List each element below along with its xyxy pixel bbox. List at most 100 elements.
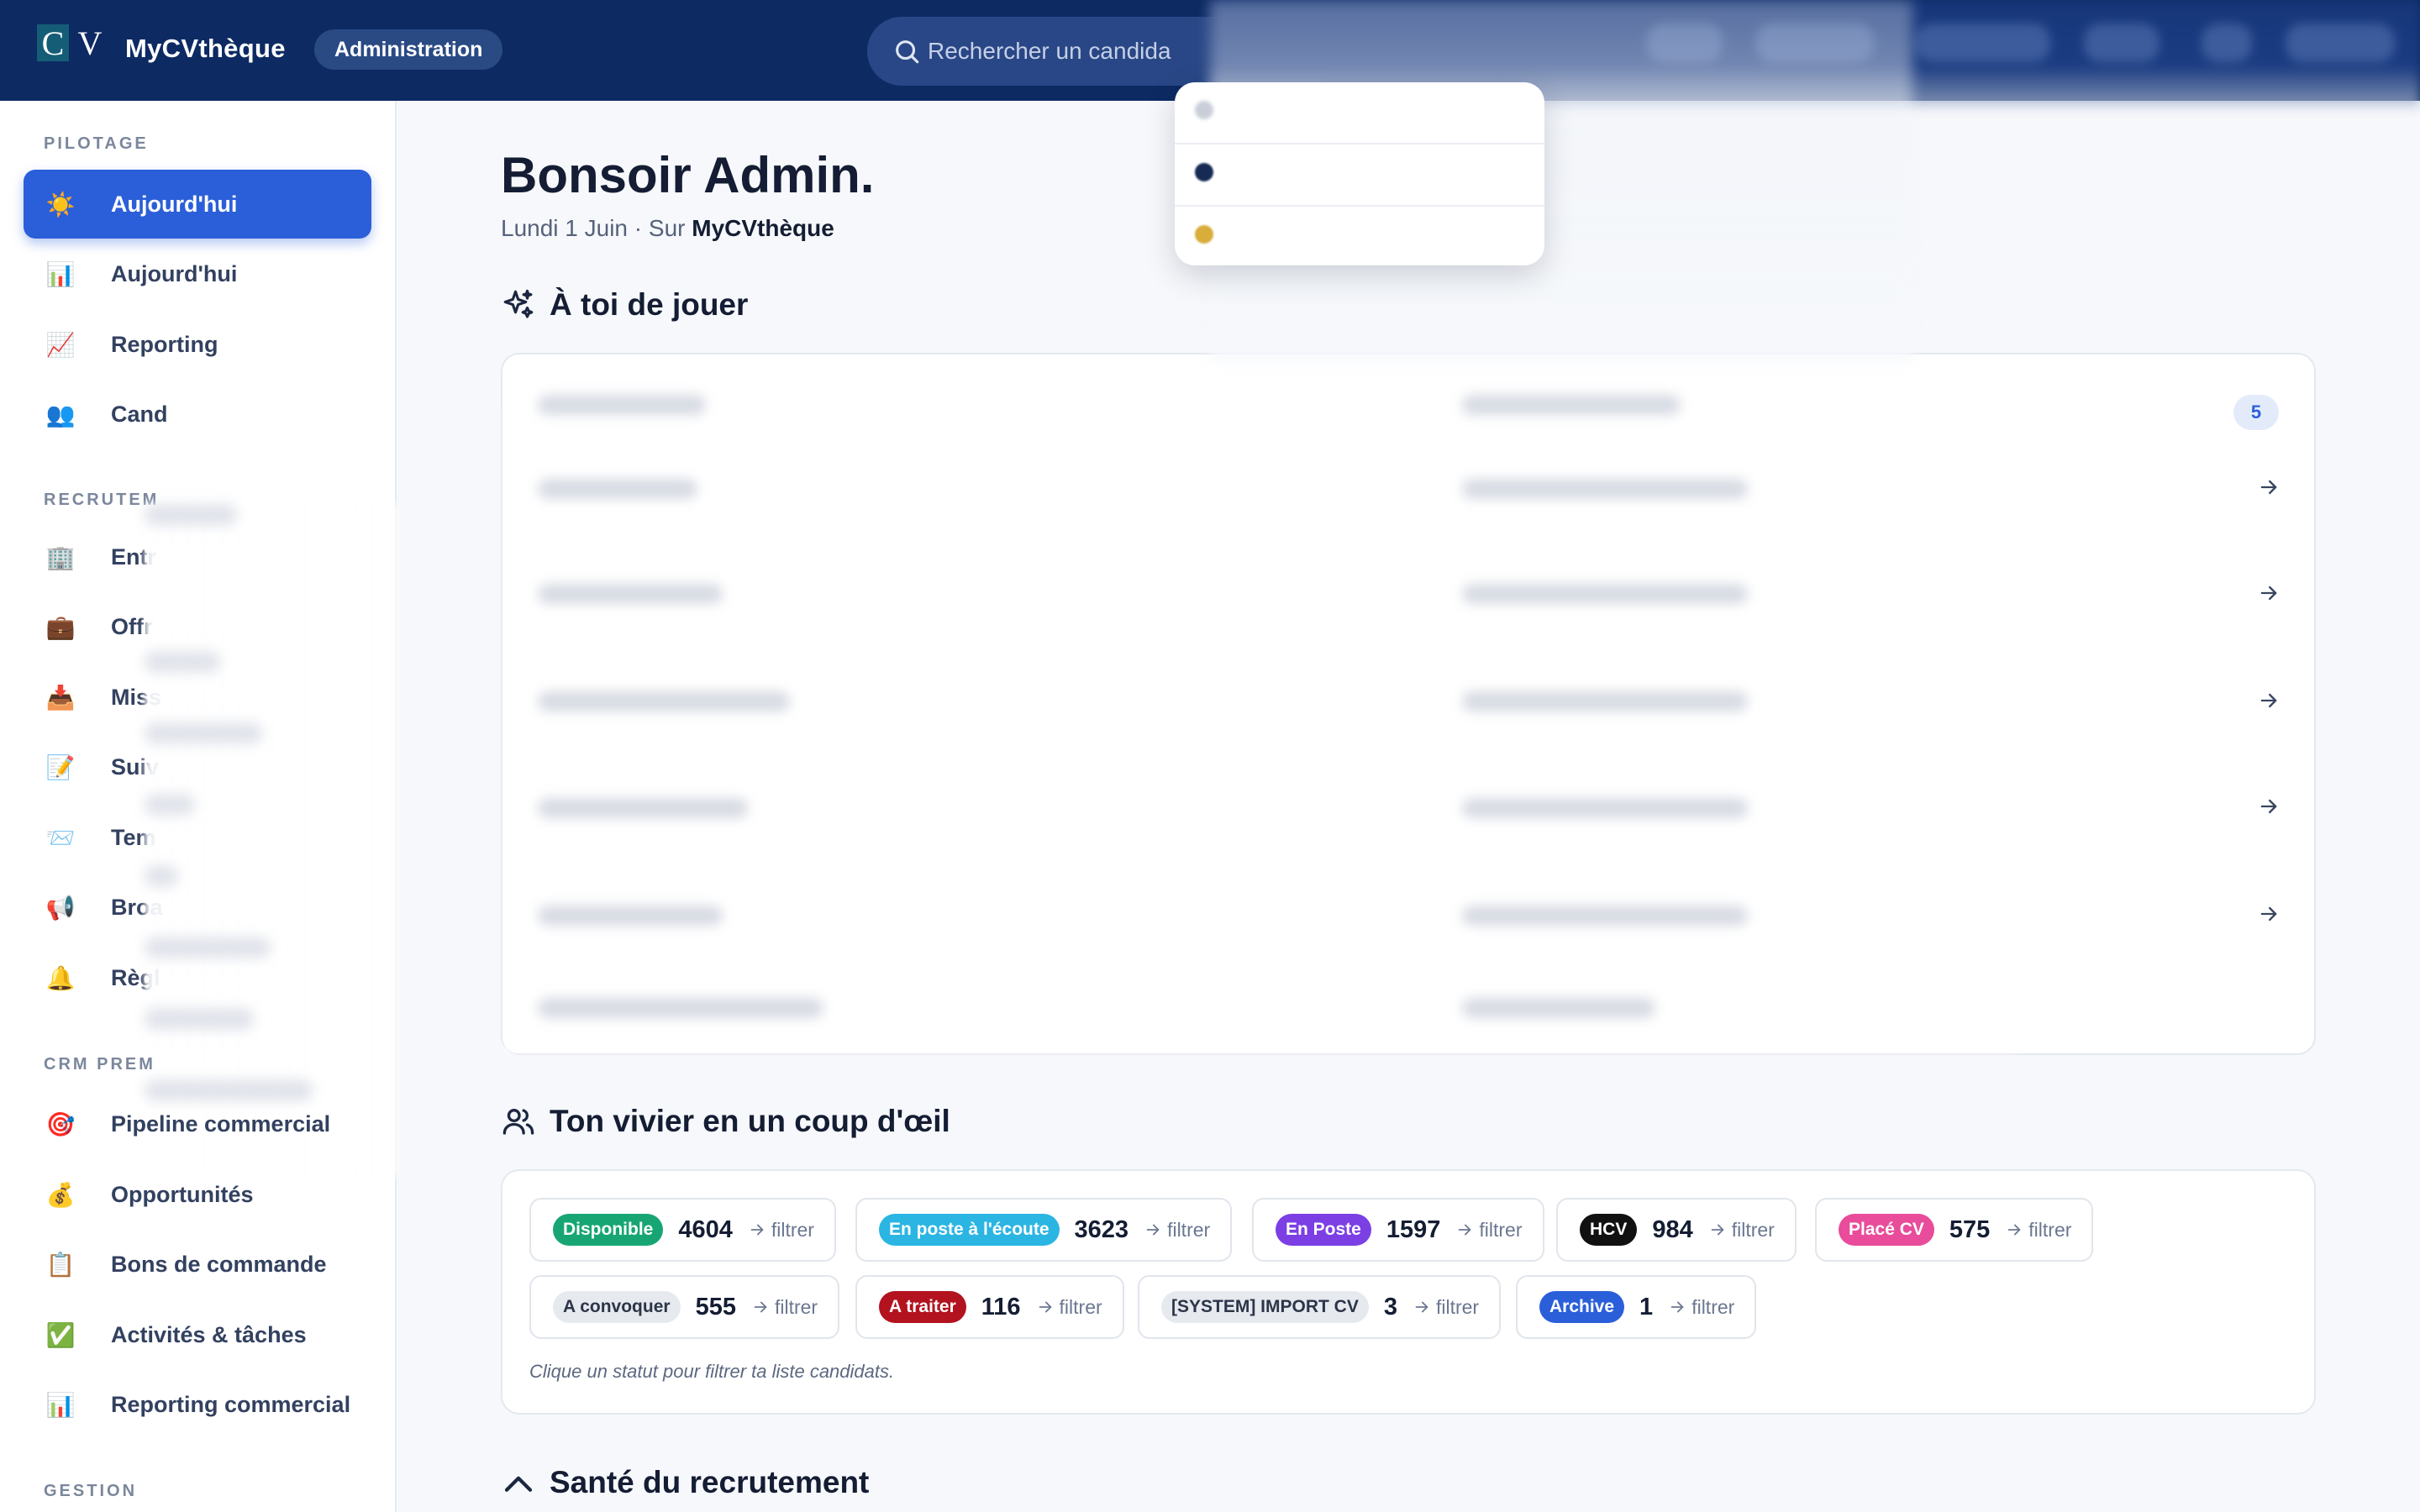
filter-label: filtrer [1435,1295,1480,1318]
sidebar-item-reporting[interactable]: 📈 Reporting [24,310,371,379]
status-chip[interactable]: En Poste 1597 filtrer [1252,1198,1544,1262]
section-title-pilotage: PILOTAGE [44,134,149,153]
filter-link[interactable]: filtrer [1708,1219,1775,1242]
date-subtitle: Lundi 1 Juin · Sur MyCVthèque [501,215,834,242]
section-title: À toi de jouer [550,287,749,322]
arrow-right-icon [1670,1301,1684,1313]
section-title-gestion: GESTION [44,1482,138,1500]
status-chip[interactable]: Archive 1 filtrer [1516,1275,1757,1339]
bell-icon: 🔔 [45,964,76,991]
section-title: Ton vivier en un coup d'œil [550,1104,950,1138]
arrow-right-icon[interactable] [2257,689,2281,712]
filter-link[interactable]: filtrer [1668,1296,1734,1319]
dropdown-popover [1175,82,1544,265]
page-title: Bonsoir Admin. [501,147,875,203]
filter-label: filtrer [1731,1218,1775,1241]
building-icon: 🏢 [45,543,76,570]
filter-link[interactable]: filtrer [1455,1218,1523,1242]
status-count: 1597 [1386,1215,1441,1243]
sidebar-item-bons-de-commande[interactable]: 📋 Bons de commande [24,1230,371,1299]
target-icon: 🎯 [45,1110,76,1137]
status-tag: A traiter [879,1291,966,1323]
filter-label: filtrer [1167,1218,1211,1241]
logo-letter-v: V [77,24,103,62]
brand-name[interactable]: MyCVthèque [125,34,286,64]
status-count: 575 [1949,1215,1991,1243]
status-chip[interactable]: En poste à l'écoute 3623 filtrer [855,1198,1233,1262]
status-count: 1 [1639,1293,1654,1320]
line-chart-icon: 📈 [45,331,76,358]
sidebar-item-pipeline[interactable]: 🎯 Pipeline commercial [24,1089,371,1158]
sidebar-item-label: Bons de commande [111,1251,327,1277]
money-bag-icon: 💰 [45,1181,76,1208]
status-count: 4604 [678,1215,733,1243]
filter-link[interactable]: filtrer [2005,1219,2071,1242]
filter-label: filtrer [771,1218,814,1241]
arrow-right-icon[interactable] [2257,475,2281,499]
status-chip[interactable]: Disponible 4604 filtrer [529,1198,836,1262]
sparkles-icon [503,289,534,318]
status-count: 555 [695,1293,736,1320]
section-title: Santé du recrutement [550,1465,870,1499]
status-tag: En Poste [1276,1214,1371,1246]
app-logo[interactable]: C V [37,22,106,64]
status-count: 3623 [1074,1215,1129,1243]
status-chip[interactable]: A traiter 116 filtrer [855,1275,1124,1339]
filter-label: filtrer [1479,1218,1523,1241]
sun-icon: ☀️ [45,191,76,218]
sidebar-item-activites[interactable]: ✅ Activités & tâches [24,1300,371,1369]
blurred-todo-content [504,407,2017,1053]
filter-link[interactable]: filtrer [1413,1296,1479,1319]
status-chip[interactable]: HCV 984 filtrer [1556,1198,1797,1262]
status-chip[interactable]: [SYSTEM] IMPORT CV 3 filtrer [1138,1275,1502,1339]
arrow-right-icon[interactable] [2257,902,2281,926]
bar-chart-icon: 📊 [45,260,76,287]
site-name: MyCVthèque [692,215,834,241]
megaphone-icon: 📢 [45,894,76,921]
status-tag: Placé CV [1839,1214,1934,1246]
search-icon [896,40,919,64]
search-placeholder: Rechercher un candida [928,38,1171,64]
arrow-right-icon [1711,1224,1724,1236]
sidebar-item-aujourdhui-stats[interactable]: 📊 Aujourd'hui [24,239,371,308]
arrow-right-icon [750,1224,764,1236]
arrow-right-icon[interactable] [2257,795,2281,818]
filter-label: filtrer [774,1295,818,1318]
arrow-right-icon [1039,1301,1051,1313]
section-sante: Santé du recrutement [501,1465,869,1500]
sidebar-item-label: Aujourd'hui [111,191,238,217]
users-icon: 👥 [45,401,76,428]
filter-link[interactable]: filtrer [1144,1219,1210,1242]
arrow-right-icon[interactable] [2257,581,2281,605]
status-count: 984 [1652,1215,1693,1243]
status-tag: HCV [1580,1214,1638,1246]
filter-link[interactable]: filtrer [1036,1296,1102,1319]
filter-link[interactable]: filtrer [748,1219,814,1242]
status-tag: En poste à l'écoute [879,1214,1060,1246]
filter-link[interactable]: filtrer [751,1296,818,1319]
date-text: Lundi 1 Juin · Sur [501,215,692,241]
todo-count-badge: 5 [2233,395,2279,430]
arrow-right-icon [1415,1301,1428,1313]
sidebar-item-label: Reporting commercial [111,1391,351,1417]
administration-badge[interactable]: Administration [314,29,503,70]
vivier-hint: Clique un statut pour filtrer ta liste c… [529,1361,895,1382]
check-icon: ✅ [45,1321,76,1348]
sidebar-item-aujourdhui[interactable]: ☀️ Aujourd'hui [24,170,371,239]
clipboard-icon: 📋 [45,1251,76,1278]
briefcase-icon: 💼 [45,613,76,640]
status-count: 3 [1383,1293,1397,1320]
blurred-sidebar-region [145,504,397,1176]
status-chip[interactable]: A convoquer 555 filtrer [529,1275,840,1339]
sidebar-item-label: Aujourd'hui [111,260,238,286]
status-tag: [SYSTEM] IMPORT CV [1161,1291,1369,1323]
sidebar-item-candidats[interactable]: 👥 Cand [24,380,371,449]
users-icon [502,1109,534,1135]
sidebar-item-opportunites[interactable]: 💰 Opportunités [24,1160,371,1229]
section-title-recrutement: RECRUTEM [44,491,160,509]
bar-chart-icon: 📊 [45,1391,76,1418]
status-chip[interactable]: Placé CV 575 filtrer [1815,1198,2094,1262]
sidebar-item-label: Reporting [111,331,218,357]
sidebar-item-reporting-commercial[interactable]: 📊 Reporting commercial [24,1370,371,1439]
chevron-up-icon[interactable] [501,1465,536,1500]
